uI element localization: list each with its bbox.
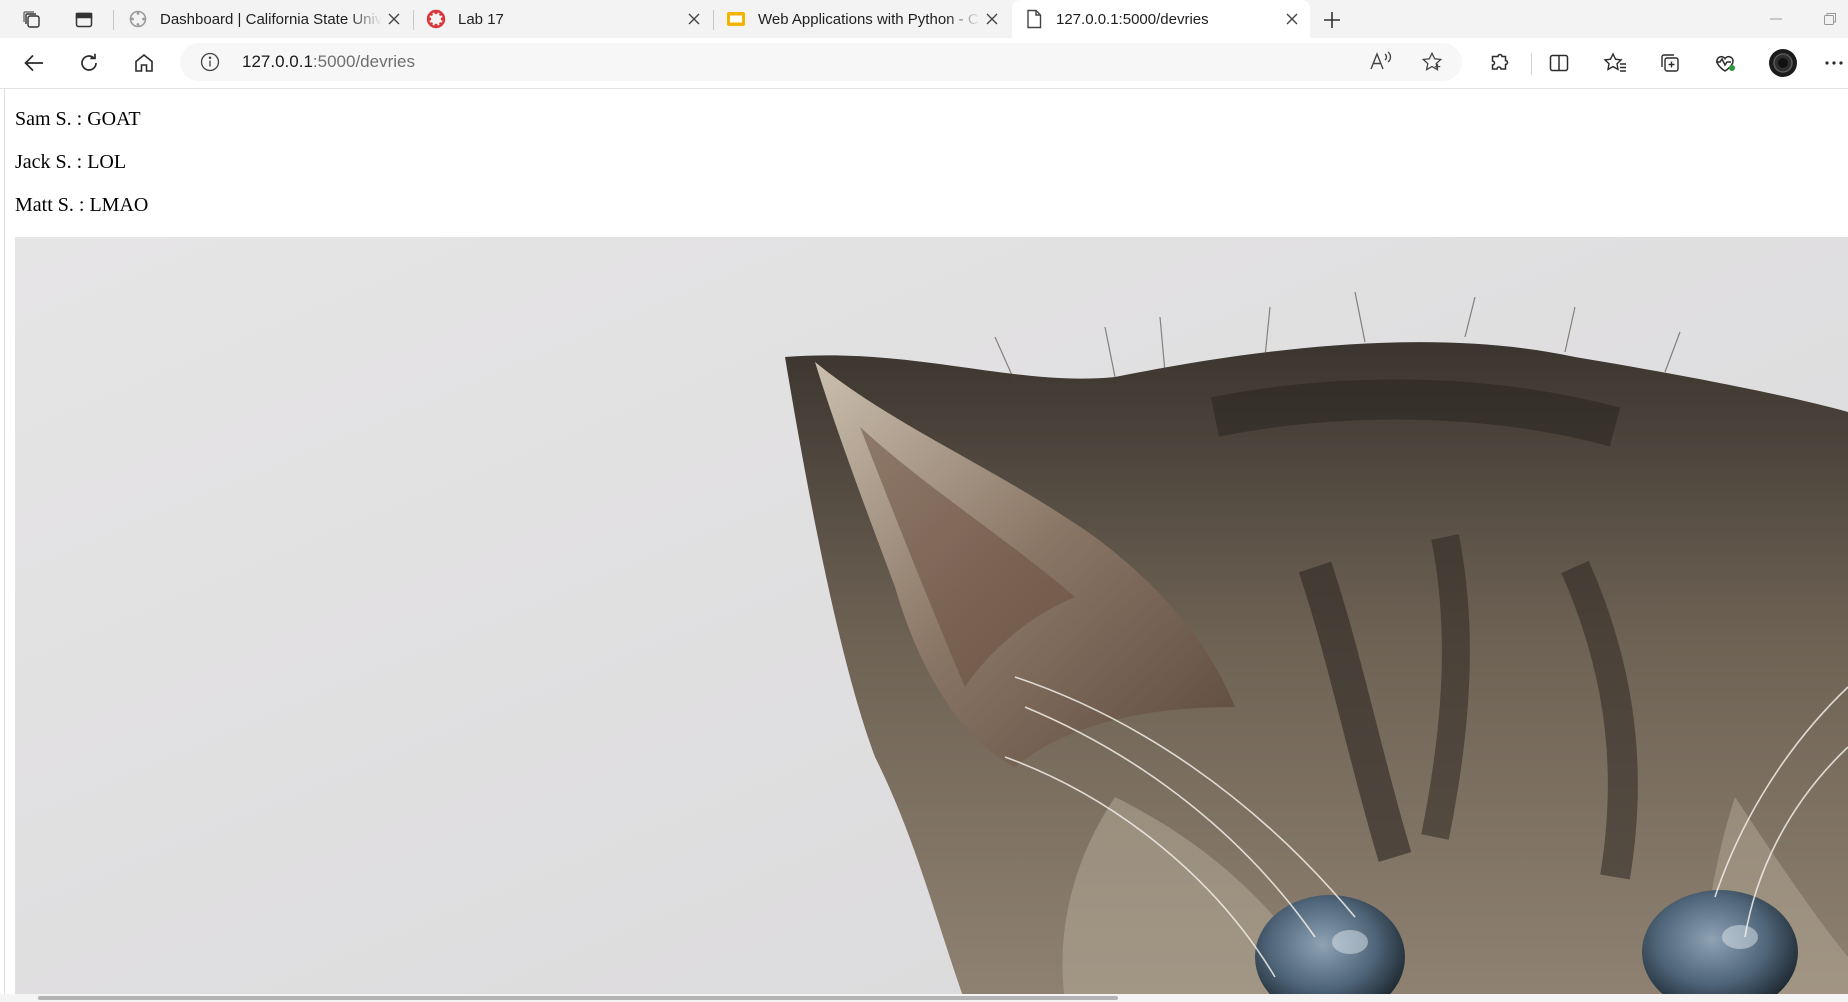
close-icon	[986, 13, 998, 25]
favorites-icon	[1603, 52, 1626, 72]
tab-web-applications[interactable]: Web Applications with Python - C	[714, 0, 1010, 38]
plus-icon	[1324, 12, 1340, 28]
collections-icon	[1661, 54, 1679, 72]
toolbar: 127.0.0.1:5000/devries	[0, 38, 1848, 89]
page-content: Sam S. : GOAT Jack S. : LOL Matt S. : LM…	[0, 89, 1848, 1002]
info-icon[interactable]	[200, 52, 220, 72]
entry-jack: Jack S. : LOL	[15, 151, 127, 173]
favorites-button[interactable]	[1597, 46, 1633, 80]
close-icon	[688, 13, 700, 25]
address-bar[interactable]: 127.0.0.1:5000/devries	[180, 43, 1462, 81]
home-icon	[135, 53, 153, 72]
home-button[interactable]	[126, 46, 162, 80]
tab-actions-button[interactable]	[67, 5, 101, 35]
workspaces-button[interactable]	[15, 5, 49, 35]
tab-actions-icon	[75, 12, 93, 28]
split-screen-icon	[1549, 54, 1569, 72]
extensions-button[interactable]	[1481, 46, 1517, 80]
close-tab-button[interactable]	[682, 7, 706, 31]
close-tab-button[interactable]	[382, 7, 406, 31]
url-path: :5000/devries	[312, 52, 415, 71]
back-icon	[24, 54, 43, 72]
tab-title: 127.0.0.1:5000/devries	[1056, 10, 1209, 28]
close-tab-button[interactable]	[980, 7, 1004, 31]
page-icon	[1024, 9, 1044, 29]
horizontal-scrollbar[interactable]	[0, 994, 1848, 1002]
restore-button[interactable]	[1810, 4, 1848, 34]
tab-title: Lab 17	[458, 10, 504, 28]
browser-essentials-icon	[1716, 55, 1735, 72]
read-aloud-icon[interactable]	[1367, 49, 1395, 75]
canvas-red-icon	[426, 9, 446, 29]
minimize-icon	[1770, 18, 1782, 20]
refresh-icon	[81, 53, 97, 71]
new-tab-button[interactable]	[1315, 5, 1349, 35]
page-border	[4, 89, 5, 1002]
more-icon	[1825, 61, 1843, 65]
split-screen-button[interactable]	[1541, 46, 1577, 80]
favorite-star-icon[interactable]	[1418, 49, 1446, 75]
url-text[interactable]: 127.0.0.1:5000/devries	[242, 52, 415, 72]
slides-icon	[726, 9, 746, 29]
profile-button[interactable]	[1765, 46, 1801, 80]
url-host: 127.0.0.1	[242, 52, 313, 71]
more-button[interactable]	[1819, 46, 1848, 80]
toolbar-divider	[1531, 53, 1532, 75]
profile-icon	[1769, 49, 1797, 77]
entry-matt: Matt S. : LMAO	[15, 194, 149, 216]
tab-title: Web Applications with Python - C	[758, 10, 979, 28]
tab-strip: Dashboard | California State Univ Lab 17	[0, 0, 1848, 38]
tab-separator	[113, 10, 114, 30]
tab-title: Dashboard | California State Univ	[160, 10, 382, 28]
kitten-image	[15, 237, 1848, 1002]
browser-essentials-button[interactable]	[1707, 46, 1743, 80]
extensions-icon	[1491, 53, 1509, 70]
scrollbar-thumb[interactable]	[38, 996, 1118, 1000]
restore-icon	[1824, 13, 1836, 25]
canvas-icon	[128, 9, 148, 29]
refresh-button[interactable]	[71, 46, 107, 80]
browser-window: Dashboard | California State Univ Lab 17	[0, 0, 1848, 1002]
close-icon	[388, 13, 400, 25]
workspaces-icon	[23, 11, 40, 28]
tab-devries[interactable]: 127.0.0.1:5000/devries	[1012, 0, 1310, 38]
entry-sam: Sam S. : GOAT	[15, 108, 141, 130]
tab-dashboard[interactable]: Dashboard | California State Univ	[116, 0, 412, 38]
tab-lab-17[interactable]: Lab 17	[414, 0, 712, 38]
back-button[interactable]	[16, 46, 52, 80]
minimize-button[interactable]	[1756, 4, 1796, 34]
close-icon	[1286, 13, 1298, 25]
collections-button[interactable]	[1652, 46, 1688, 80]
close-tab-button[interactable]	[1280, 7, 1304, 31]
